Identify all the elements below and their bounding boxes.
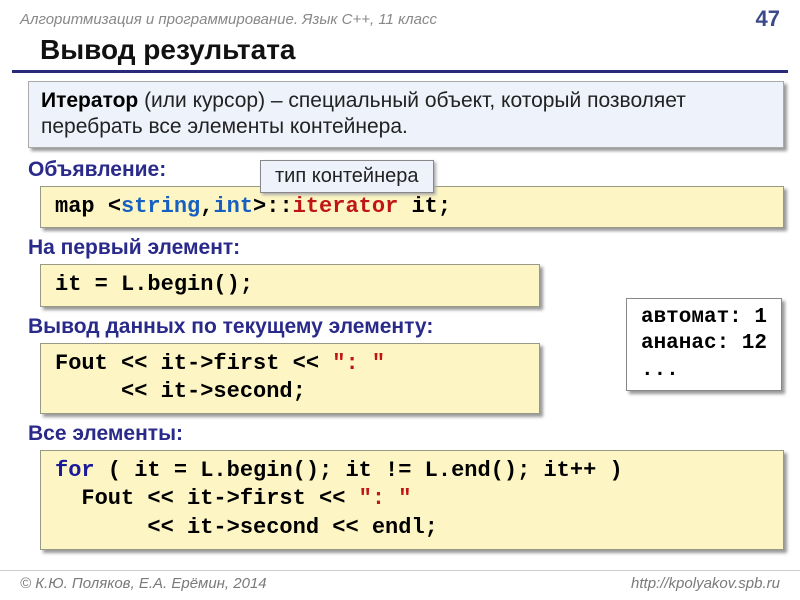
footer-authors: © К.Ю. Поляков, Е.А. Ерёмин, 2014 <box>20 575 267 592</box>
definition-box: Итератор (или курсор) – специальный объе… <box>28 81 784 148</box>
code-all-elements: for ( it = L.begin(); it != L.end(); it+… <box>40 450 784 550</box>
definition-term: Итератор <box>41 89 138 112</box>
code-first-element: it = L.begin(); <box>40 264 540 307</box>
course-title: Алгоритмизация и программирование. Язык … <box>20 11 437 28</box>
page-number: 47 <box>756 6 780 32</box>
footer-url: http://kpolyakov.spb.ru <box>631 575 780 592</box>
slide-header: Алгоритмизация и программирование. Язык … <box>0 0 800 32</box>
output-sample: автомат: 1 ананас: 12 ... <box>626 298 782 391</box>
code-current-output: Fout << it->first << ": " << it->second; <box>40 343 540 414</box>
definition-text: (или курсор) – специальный объект, котор… <box>41 89 686 138</box>
callout-container-type: тип контейнера <box>260 160 434 193</box>
slide-title: Вывод результата <box>12 32 788 73</box>
slide-footer: © К.Ю. Поляков, Е.А. Ерёмин, 2014 http:/… <box>0 570 800 596</box>
section-all-elements: Все элементы: <box>28 422 800 446</box>
section-first-element: На первый элемент: <box>28 236 800 260</box>
